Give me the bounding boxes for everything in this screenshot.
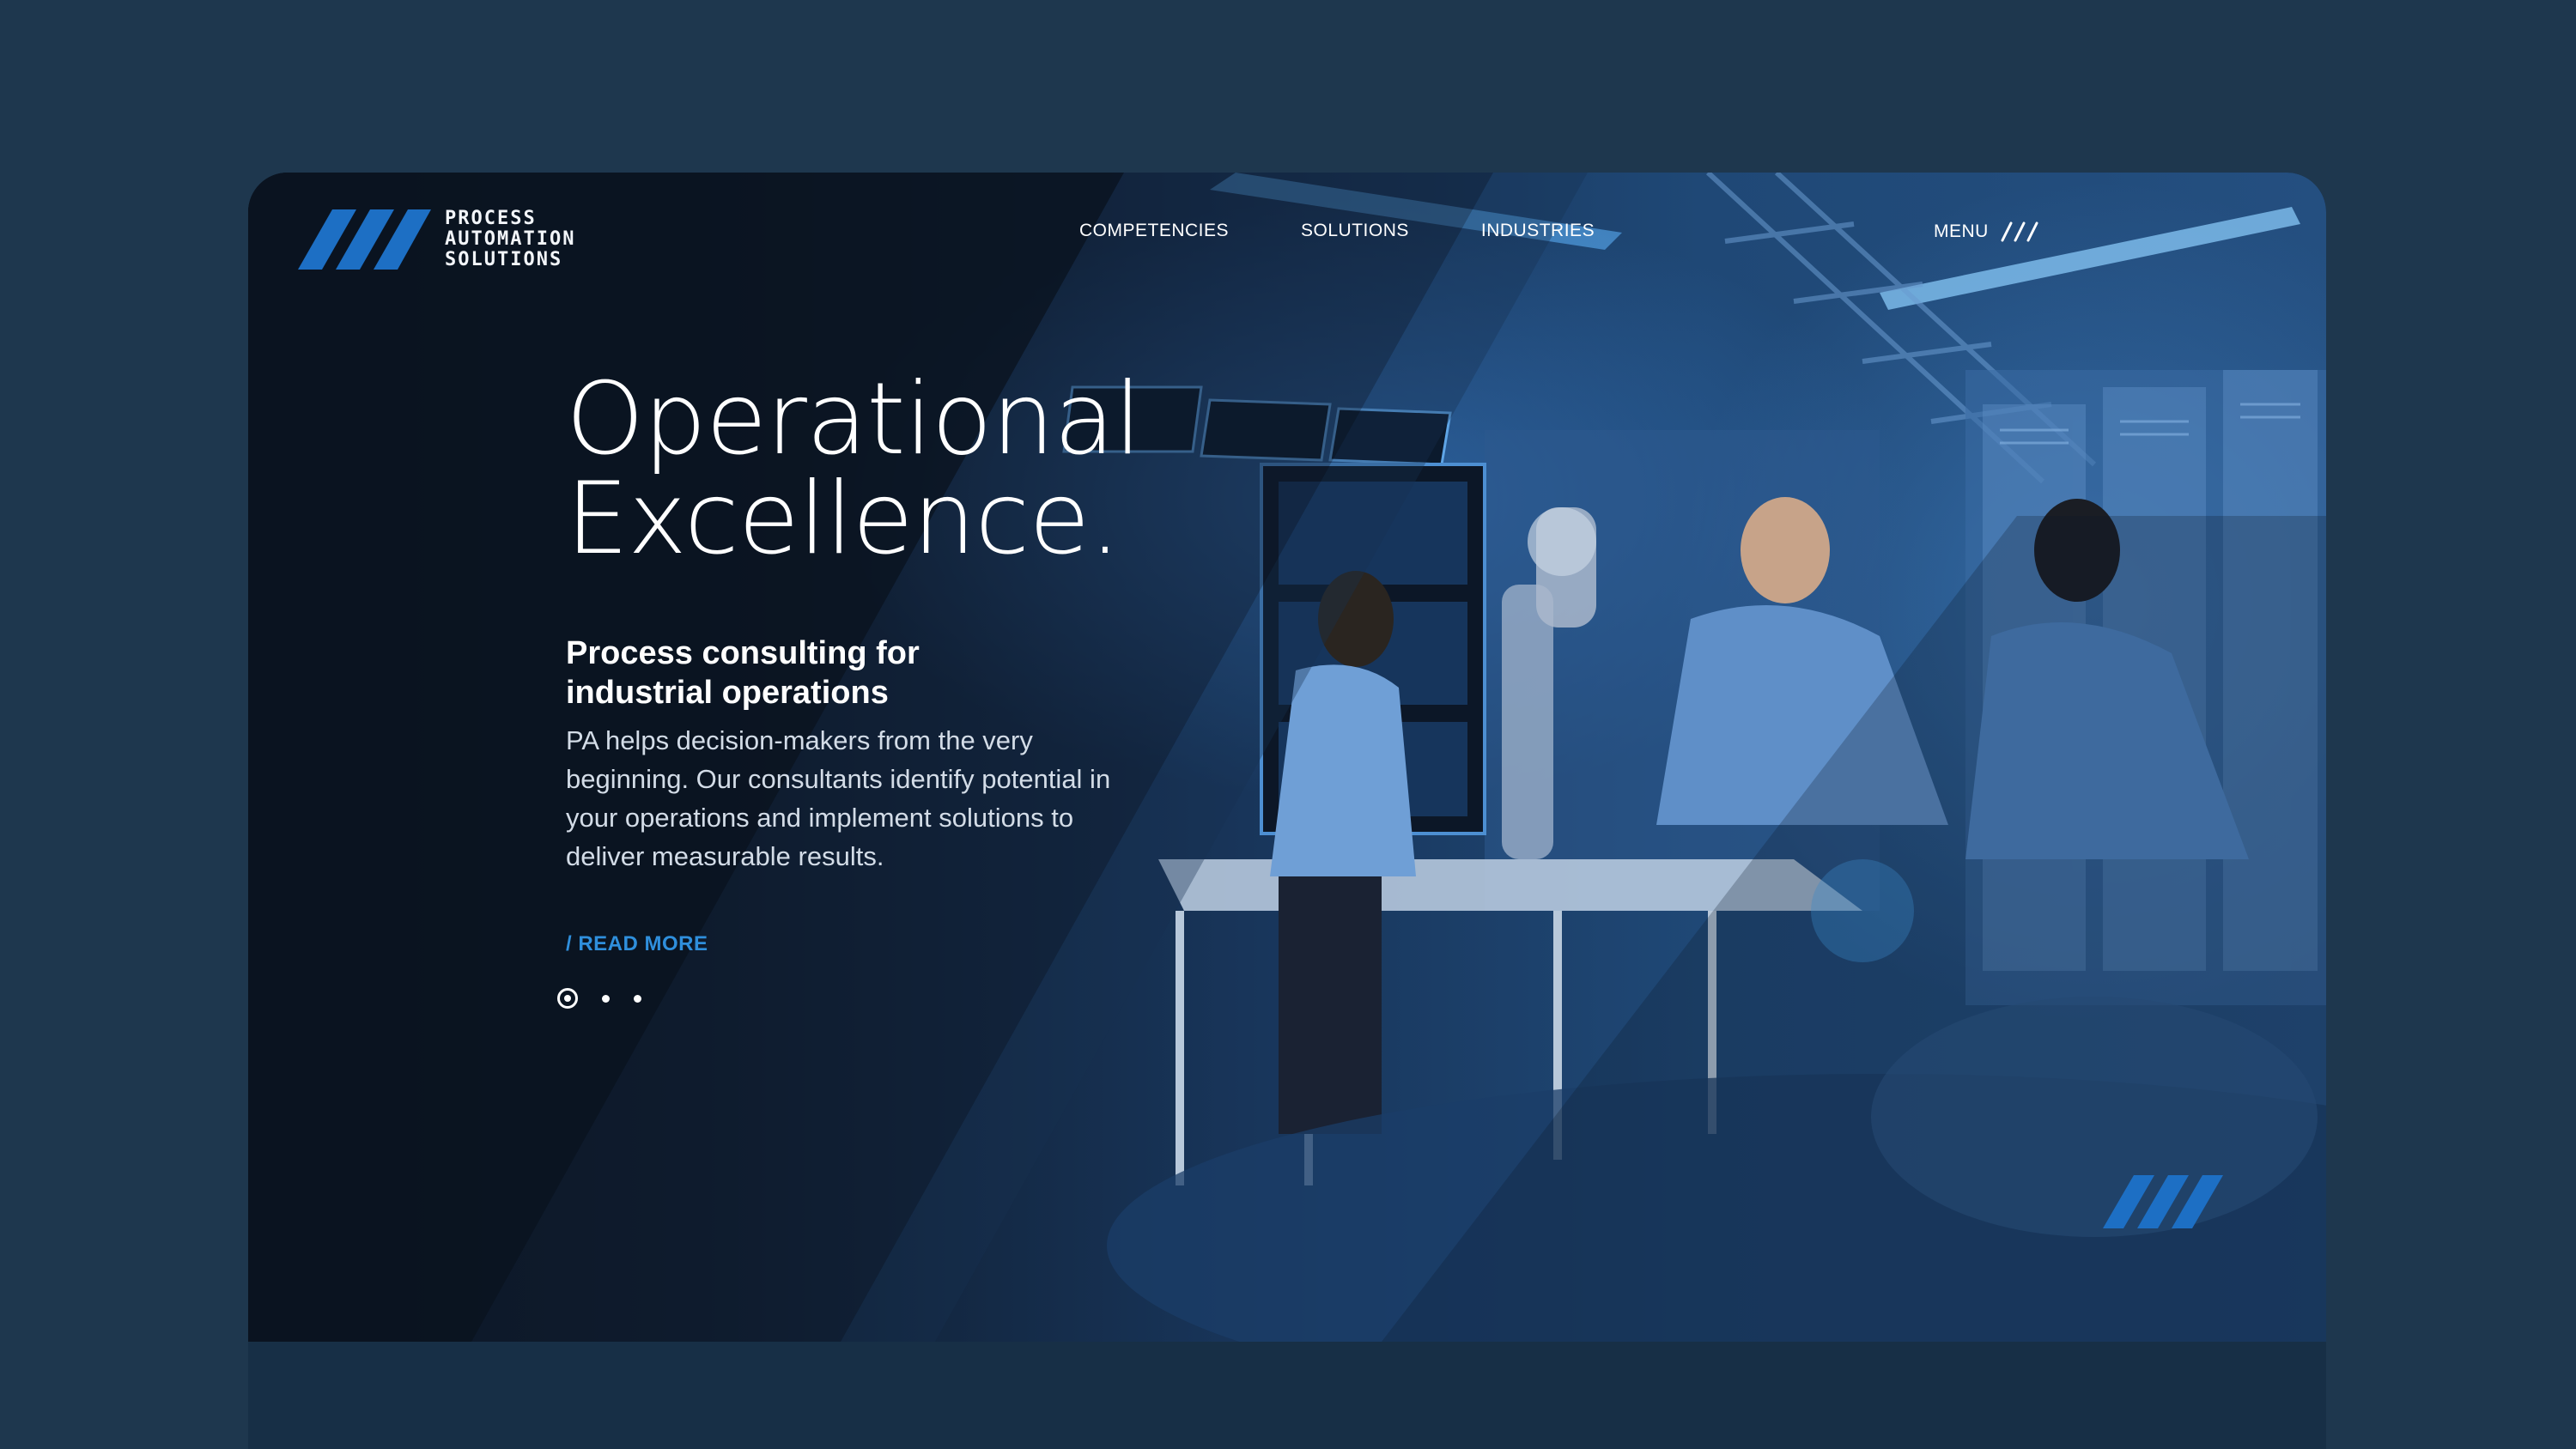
hero-background-photo xyxy=(248,173,2326,1342)
logo-line-3: SOLUTIONS xyxy=(445,249,563,270)
hero-subheading: Process consulting for industrial operat… xyxy=(566,635,920,711)
next-section-preview xyxy=(248,1342,2326,1449)
menu-button[interactable]: MENU xyxy=(1934,221,2042,243)
logo-wordmark: PROCESS AUTOMATION SOLUTIONS xyxy=(445,209,575,270)
nav-solutions[interactable]: SOLUTIONS xyxy=(1301,221,1409,241)
brand-logo[interactable]: PROCESS AUTOMATION SOLUTIONS xyxy=(298,209,575,270)
headline-line-1: Operational xyxy=(566,361,1142,477)
main-navigation: COMPETENCIES SOLUTIONS INDUSTRIES xyxy=(1079,221,1595,241)
nav-competencies[interactable]: COMPETENCIES xyxy=(1079,221,1229,241)
slide-dot-2[interactable] xyxy=(602,994,610,1003)
hero-slider-pagination xyxy=(557,988,641,1009)
hero-content: Operational Excellence. Process consulti… xyxy=(566,370,1184,956)
menu-label: MENU xyxy=(1934,221,1989,241)
logo-mark-icon xyxy=(298,209,431,270)
hero-headline: Operational Excellence. xyxy=(566,370,1184,569)
hero-description: PA helps decision-makers from the very b… xyxy=(566,725,1111,871)
menu-slashes-icon xyxy=(2001,221,2038,242)
read-more-link[interactable]: / READ MORE xyxy=(566,932,708,956)
nav-industries[interactable]: INDUSTRIES xyxy=(1481,221,1595,241)
logo-line-1: PROCESS xyxy=(445,208,537,229)
logo-line-2: AUTOMATION xyxy=(445,228,576,250)
corner-logo-mark-icon xyxy=(2103,1175,2223,1228)
slide-dot-1-active[interactable] xyxy=(557,988,578,1009)
website-viewport: PROCESS AUTOMATION SOLUTIONS COMPETENCIE… xyxy=(248,173,2326,1342)
slide-dot-3[interactable] xyxy=(634,994,641,1003)
headline-line-2: Excellence. xyxy=(566,461,1121,577)
